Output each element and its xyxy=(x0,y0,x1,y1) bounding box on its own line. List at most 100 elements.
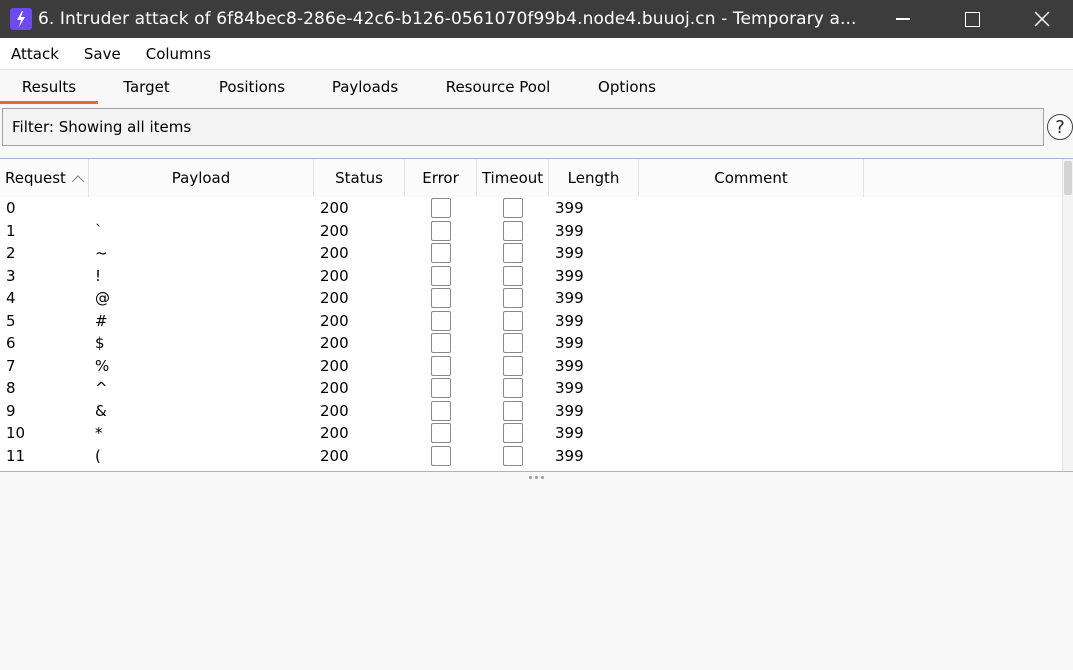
timeout-checkbox[interactable] xyxy=(503,423,523,444)
timeout-checkbox[interactable] xyxy=(503,355,523,376)
filter-box[interactable]: Filter: Showing all items xyxy=(2,108,1044,146)
length-cell: 399 xyxy=(555,446,584,465)
table-row[interactable]: 11 (200 399 xyxy=(0,445,1062,468)
payload-cell: # xyxy=(95,311,108,330)
sort-ascending-icon xyxy=(71,174,85,182)
request-cell: 3 xyxy=(6,266,16,285)
error-checkbox[interactable] xyxy=(431,400,451,421)
request-response-pane xyxy=(0,482,1073,670)
column-header-error[interactable]: Error xyxy=(405,159,477,197)
column-header-comment[interactable]: Comment xyxy=(639,159,864,197)
error-checkbox[interactable] xyxy=(431,423,451,444)
payload-cell: % xyxy=(95,356,110,375)
column-header-length-label: Length xyxy=(567,169,620,187)
timeout-checkbox[interactable] xyxy=(503,333,523,354)
minimize-button[interactable] xyxy=(867,0,939,38)
error-checkbox[interactable] xyxy=(431,220,451,241)
tab-target[interactable]: Target xyxy=(98,70,195,104)
table-row[interactable]: 3! 200 399 xyxy=(0,265,1062,288)
payload-cell: * xyxy=(95,424,103,443)
table-row[interactable]: 9 & 200 399 xyxy=(0,400,1062,423)
close-icon xyxy=(1034,11,1050,27)
tab-payloads[interactable]: Payloads xyxy=(309,70,421,104)
menu-columns[interactable]: Columns xyxy=(135,45,222,63)
column-header-timeout[interactable]: Timeout xyxy=(477,159,549,197)
help-label: ? xyxy=(1055,116,1065,138)
tab-results[interactable]: Results xyxy=(0,70,98,104)
table-row[interactable]: 8 ^ 200 399 xyxy=(0,377,1062,400)
timeout-cell xyxy=(477,422,549,445)
splitter-dot xyxy=(529,475,532,479)
timeout-checkbox[interactable] xyxy=(503,378,523,399)
error-checkbox[interactable] xyxy=(431,198,451,219)
vertical-scrollbar[interactable] xyxy=(1062,159,1073,471)
error-checkbox[interactable] xyxy=(431,243,451,264)
maximize-icon xyxy=(964,11,980,27)
status-cell: 200 xyxy=(320,424,349,443)
comment-cell xyxy=(639,310,864,333)
minimize-icon xyxy=(896,18,910,20)
menu-attack[interactable]: Attack xyxy=(0,45,70,63)
tab-positions[interactable]: Positions xyxy=(195,70,309,104)
comment-cell xyxy=(639,445,864,468)
length-cell: 399 xyxy=(555,334,584,353)
table-row[interactable]: 6 $200 399 xyxy=(0,332,1062,355)
length-cell: 399 xyxy=(555,356,584,375)
timeout-checkbox[interactable] xyxy=(503,265,523,286)
length-cell: 399 xyxy=(555,401,584,420)
column-header-length[interactable]: Length xyxy=(549,159,639,197)
request-cell: 8 xyxy=(6,379,16,398)
close-button[interactable] xyxy=(1006,0,1073,38)
error-cell xyxy=(405,197,477,220)
tab-resource-pool[interactable]: Resource Pool xyxy=(421,70,575,104)
timeout-checkbox[interactable] xyxy=(503,243,523,264)
timeout-checkbox[interactable] xyxy=(503,310,523,331)
tab-options[interactable]: Options xyxy=(575,70,679,104)
error-checkbox[interactable] xyxy=(431,445,451,466)
timeout-cell xyxy=(477,242,549,265)
error-checkbox[interactable] xyxy=(431,310,451,331)
error-cell xyxy=(405,332,477,355)
error-checkbox[interactable] xyxy=(431,333,451,354)
error-cell xyxy=(405,422,477,445)
tab-results-label: Results xyxy=(21,78,77,96)
column-header-payload[interactable]: Payload xyxy=(89,159,314,197)
timeout-checkbox[interactable] xyxy=(503,288,523,309)
payload-cell: ^ xyxy=(95,379,108,398)
column-header-request[interactable]: Request xyxy=(0,159,89,197)
error-checkbox[interactable] xyxy=(431,265,451,286)
status-cell: 200 xyxy=(320,334,349,353)
error-checkbox[interactable] xyxy=(431,288,451,309)
help-icon[interactable]: ? xyxy=(1047,114,1073,140)
error-cell xyxy=(405,287,477,310)
error-checkbox[interactable] xyxy=(431,378,451,399)
timeout-checkbox[interactable] xyxy=(503,400,523,421)
table-row[interactable]: 10 * 200 399 xyxy=(0,422,1062,445)
timeout-checkbox[interactable] xyxy=(503,220,523,241)
column-header-status[interactable]: Status xyxy=(314,159,405,197)
status-cell: 200 xyxy=(320,266,349,285)
table-row[interactable]: 2 ~200 399 xyxy=(0,242,1062,265)
error-cell xyxy=(405,400,477,423)
table-row[interactable]: 4 @200 399 xyxy=(0,287,1062,310)
table-row[interactable]: 5 #200 399 xyxy=(0,310,1062,333)
pane-splitter[interactable] xyxy=(0,472,1073,482)
window-title: 6. Intruder attack of 6f84bec8-286e-42c6… xyxy=(38,9,857,29)
error-checkbox[interactable] xyxy=(431,355,451,376)
timeout-cell xyxy=(477,445,549,468)
scrollbar-thumb[interactable] xyxy=(1064,161,1072,195)
timeout-checkbox[interactable] xyxy=(503,445,523,466)
request-cell: 6 xyxy=(6,334,16,353)
comment-cell xyxy=(639,220,864,243)
table-row[interactable]: 1 ` 200 399 xyxy=(0,220,1062,243)
timeout-checkbox[interactable] xyxy=(503,198,523,219)
error-cell xyxy=(405,445,477,468)
maximize-button[interactable] xyxy=(936,0,1008,38)
status-cell: 200 xyxy=(320,199,349,218)
table-row[interactable]: 0 200 399 xyxy=(0,197,1062,220)
table-row[interactable]: 7% 200 399 xyxy=(0,355,1062,378)
error-cell xyxy=(405,377,477,400)
menu-save[interactable]: Save xyxy=(73,45,132,63)
payload-cell: ~ xyxy=(95,244,108,263)
timeout-cell xyxy=(477,287,549,310)
